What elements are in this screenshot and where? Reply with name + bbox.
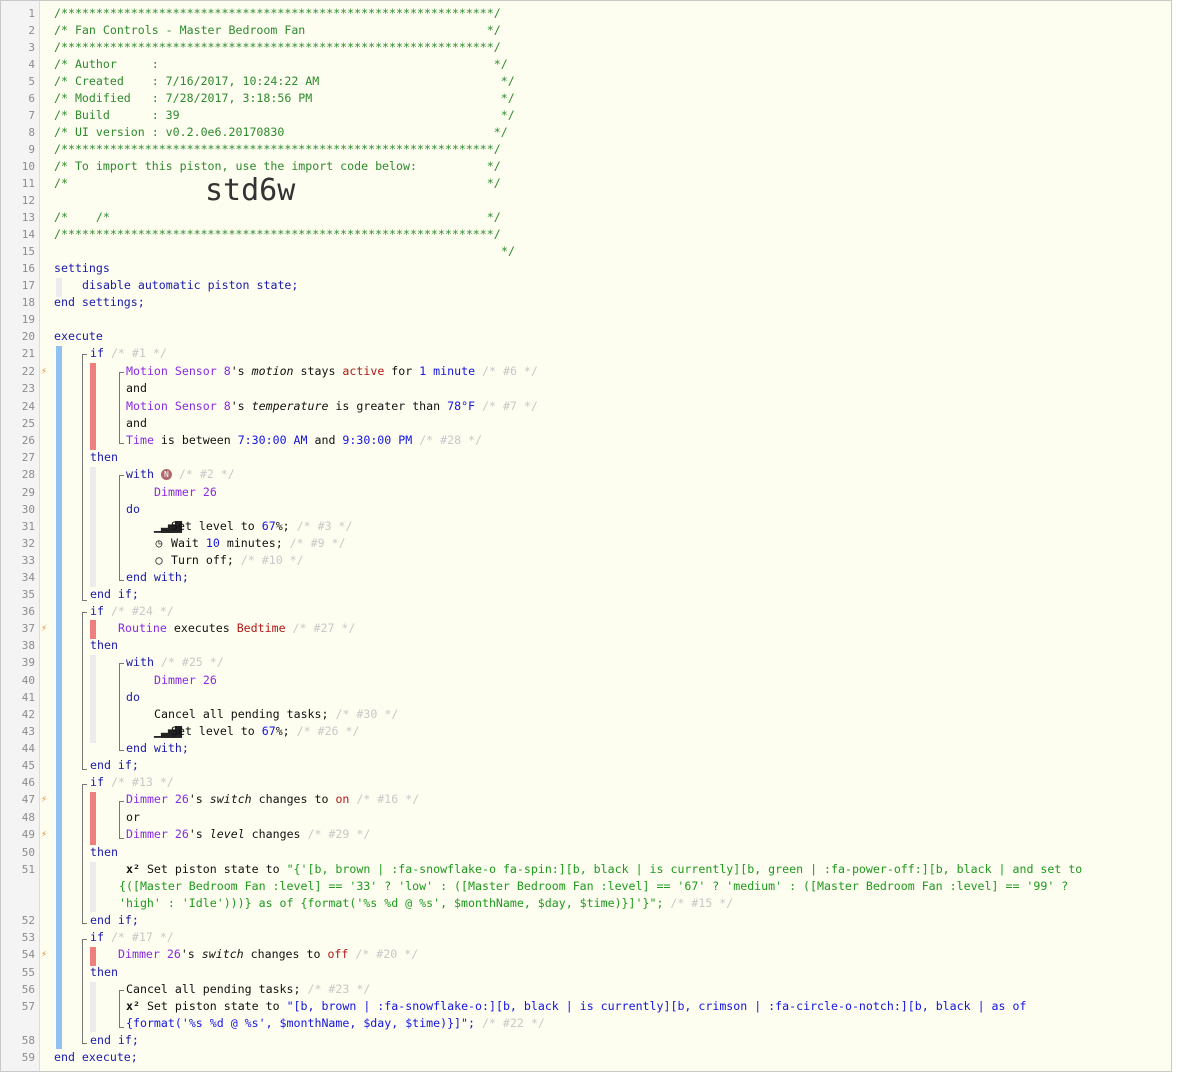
do-keyword[interactable]: do — [126, 501, 1171, 518]
task-turn-off[interactable]: ◯ Turn off; /* #10 */ — [154, 552, 1171, 569]
task-set-level[interactable]: ▁▃▅▇ Set level to 67%; /* #3 */ — [154, 518, 1171, 535]
bracket-conditions-1 — [119, 372, 124, 444]
import-code[interactable]: std6w — [205, 176, 295, 206]
task-cancel-pending[interactable]: Cancel all pending tasks; /* #30 */ — [154, 706, 1171, 723]
task-set-piston-state[interactable]: x² Set piston state to "[b, brown | :fa-… — [126, 998, 1086, 1032]
task-set-piston-state[interactable]: x² Set piston state to "{'[b, brown | :f… — [119, 861, 1109, 912]
author-redacted — [166, 57, 222, 71]
condition-bar-1 — [90, 363, 96, 450]
created-comment: /* Created : 7/16/2017, 10:24:22 AM */ — [54, 74, 515, 88]
with-bar-2 — [90, 655, 96, 743]
if-statement-3[interactable]: if /* #13 */ — [90, 774, 1171, 791]
clock-icon: ◷ — [155, 536, 163, 550]
wizard-icon[interactable]: N — [160, 469, 172, 480]
lightning-bolt-icon: ⚡ — [40, 949, 48, 960]
bracket-if-1 — [82, 354, 87, 601]
task-set-level[interactable]: ▁▃▅▇ Set level to 67%; /* #26 */ — [154, 723, 1171, 740]
end-if-keyword[interactable]: end if; — [90, 586, 1171, 603]
condition-level-changes[interactable]: Dimmer 26's level changes /* #29 */ — [126, 826, 1171, 843]
lightning-bolt-icon: ⚡ — [40, 623, 48, 634]
bracket-with-2 — [119, 663, 124, 751]
lightning-bolt-icon: ⚡ — [40, 366, 48, 377]
superscript-x-icon: x² — [126, 999, 140, 1013]
execute-keyword[interactable]: execute — [54, 328, 1171, 345]
disable-automatic-piston-state[interactable]: disable automatic piston state; — [82, 277, 1171, 294]
code-area: 1 2 3 4 5 6 7 8 9 10 11 12 13 14 15 16 1… — [1, 1, 1171, 1071]
then-keyword[interactable]: then — [90, 449, 1171, 466]
condition-routine-executes[interactable]: Routine executes Bedtime /* #27 */ — [118, 620, 1171, 637]
settings-keyword[interactable]: settings — [54, 260, 1171, 277]
bracket-conditions-3 — [119, 801, 124, 839]
with-statement-1[interactable]: with N /* #2 */ — [126, 466, 1171, 483]
if-statement-2[interactable]: if /* #24 */ — [90, 603, 1171, 620]
device-dimmer-26[interactable]: Dimmer 26 — [154, 672, 1171, 689]
device-dimmer-26[interactable]: Dimmer 26 — [154, 484, 1171, 501]
lightning-bolt-icon: ⚡ — [40, 829, 48, 840]
superscript-x-icon: x² — [126, 862, 140, 876]
header-border: /***************************************… — [54, 6, 501, 20]
end-settings-keyword[interactable]: end settings; — [54, 294, 1171, 311]
bracket-if-4 — [82, 939, 87, 1044]
condition-switch-changes-to-on[interactable]: Dimmer 26's switch changes to on /* #16 … — [126, 791, 1171, 808]
power-circle-icon: ◯ — [155, 553, 163, 567]
do-keyword[interactable]: do — [126, 689, 1171, 706]
end-if-keyword[interactable]: end if; — [90, 912, 1171, 929]
bracket-if-2 — [82, 612, 87, 770]
header-border: /***************************************… — [54, 142, 501, 156]
if-statement-4[interactable]: if /* #17 */ — [90, 929, 1171, 946]
execute-block-bar — [56, 346, 62, 1049]
bracket-with-1 — [119, 475, 124, 581]
with-bar-1 — [90, 467, 96, 587]
end-execute-keyword[interactable]: end execute; — [54, 1049, 1171, 1066]
end-with-keyword[interactable]: end with; — [126, 740, 1171, 757]
then-keyword[interactable]: then — [90, 964, 1171, 981]
then-bar-4 — [90, 982, 96, 1032]
end-if-keyword[interactable]: end if; — [90, 1032, 1171, 1049]
logical-and[interactable]: and — [126, 415, 1171, 432]
condition-motion-stays-active[interactable]: Motion Sensor 8's motion stays active fo… — [126, 363, 1171, 380]
logical-or[interactable]: or — [126, 809, 1171, 826]
author-comment: /* Author : */ — [54, 57, 508, 71]
import-code-row: /* std6w */ — [95, 173, 515, 259]
header-border: /***************************************… — [54, 227, 501, 241]
then-keyword[interactable]: then — [90, 637, 1171, 654]
header-border: /***************************************… — [54, 40, 501, 54]
with-statement-2[interactable]: with /* #25 */ — [126, 654, 1171, 671]
condition-switch-changes-to-off[interactable]: Dimmer 26's switch changes to off /* #20… — [118, 946, 1171, 963]
lightning-bolt-icon: ⚡ — [40, 794, 48, 805]
bracket-actions-4 — [119, 990, 124, 1028]
signal-bars-icon: ▁▃▅▇ — [154, 519, 182, 533]
blank-comment: /* */ — [54, 210, 501, 224]
signal-bars-icon: ▁▃▅▇ — [154, 724, 182, 738]
condition-time-between[interactable]: Time is between 7:30:00 AM and 9:30:00 P… — [126, 432, 1171, 449]
end-with-keyword[interactable]: end with; — [126, 569, 1171, 586]
bracket-if-3 — [82, 784, 87, 924]
piston-title-comment: /* Fan Controls - Master Bedroom Fan */ — [54, 23, 501, 37]
then-keyword[interactable]: then — [90, 844, 1171, 861]
build-comment: /* Build : 39 */ — [54, 108, 515, 122]
modified-comment: /* Modified : 7/28/2017, 3:18:56 PM */ — [54, 91, 515, 105]
task-wait[interactable]: ◷ Wait 10 minutes; /* #9 */ — [154, 535, 1171, 552]
logical-and[interactable]: and — [126, 380, 1171, 397]
piston-code-view: 1 2 3 4 5 6 7 8 9 10 11 12 13 14 15 16 1… — [0, 0, 1172, 1072]
then-bar-3 — [90, 862, 96, 912]
condition-bar-3 — [90, 792, 96, 845]
condition-temperature-greater-than[interactable]: Motion Sensor 8's temperature is greater… — [126, 398, 1171, 415]
if-statement-1[interactable]: if /* #1 */ — [90, 345, 1171, 362]
task-cancel-pending[interactable]: Cancel all pending tasks; /* #23 */ — [126, 981, 1171, 998]
ui-version-comment: /* UI version : v0.2.0e6.20170830 */ — [54, 125, 508, 139]
end-if-keyword[interactable]: end if; — [90, 757, 1171, 774]
